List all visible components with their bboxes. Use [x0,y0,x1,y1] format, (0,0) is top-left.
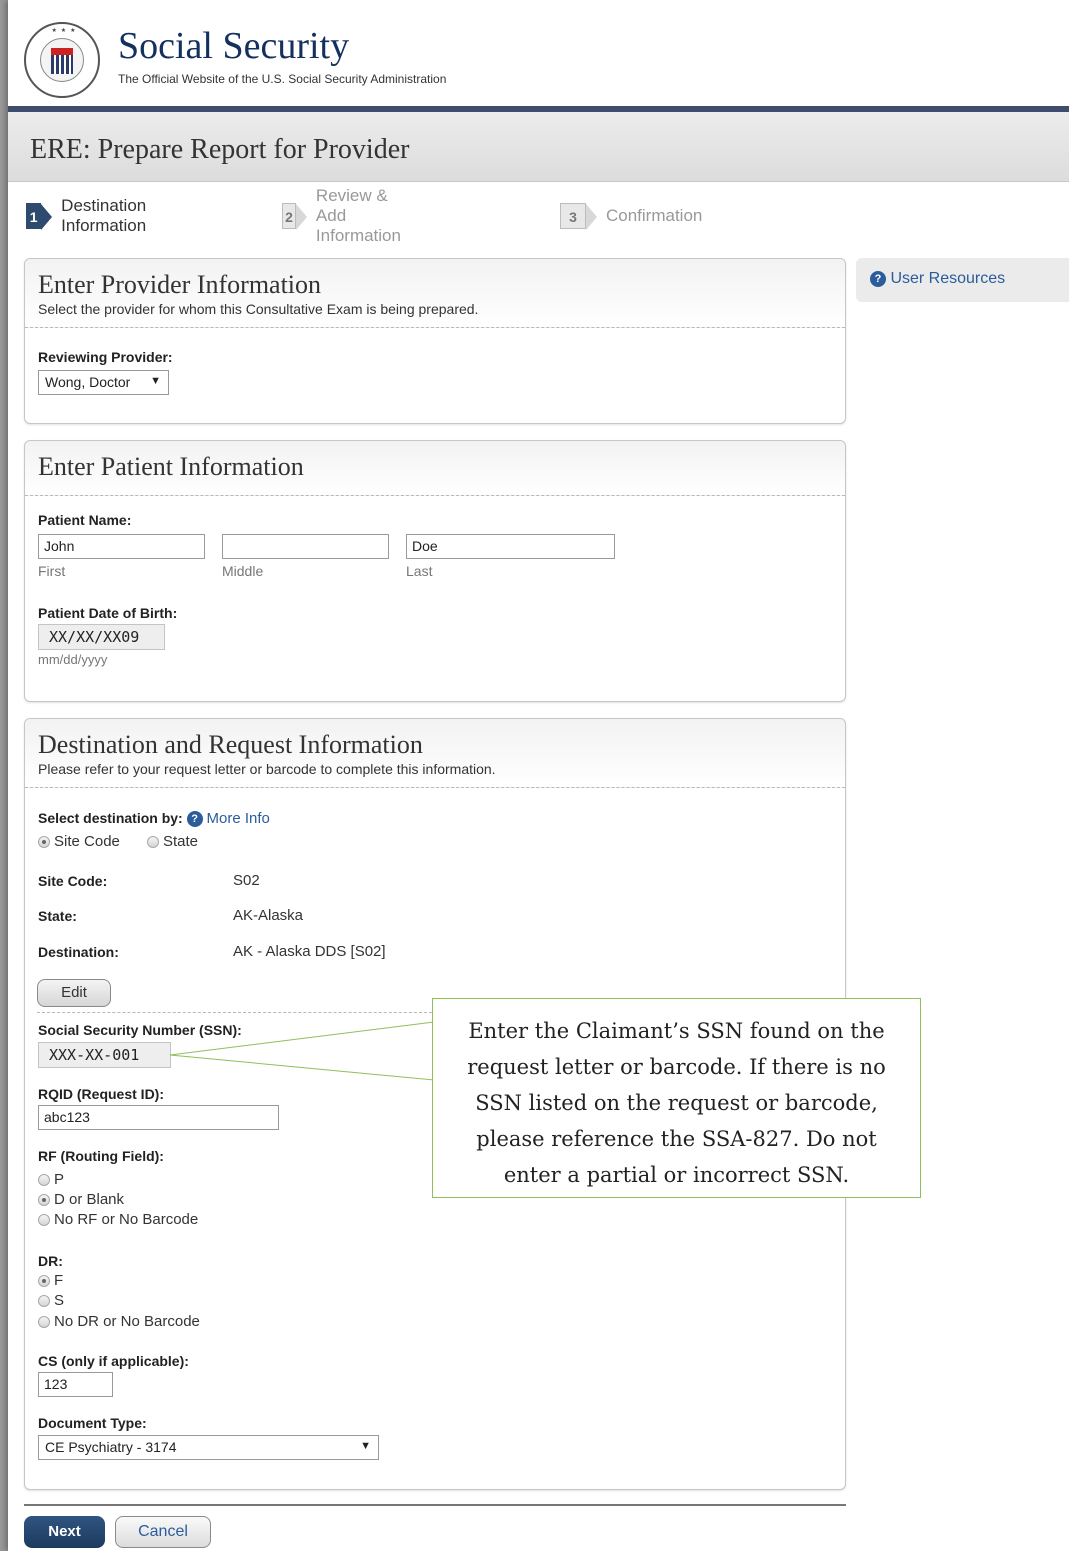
next-button[interactable]: Next [24,1516,105,1548]
step-number: 3 [560,203,597,230]
dob-format-hint: mm/dd/yyyy [38,652,108,667]
divider [37,1012,437,1013]
patient-name-label: Patient Name: [38,512,132,528]
brand-title[interactable]: Social Security [118,24,349,68]
radio-rf-none[interactable]: No RF or No Barcode [38,1211,198,1228]
chevron-down-icon: ▼ [150,375,161,387]
destination-label: Destination: [38,944,119,960]
cs-input[interactable]: 123 [38,1372,113,1397]
radio-dot [38,835,50,848]
reviewing-provider-select[interactable]: Wong, Doctor ▼ [38,370,169,395]
panel-subtitle: Please refer to your request letter or b… [38,761,496,777]
ssn-help-callout: Enter the Claimant’s SSN found on the re… [432,998,921,1198]
reviewing-provider-label: Reviewing Provider: [38,349,173,365]
patient-panel: Enter Patient Information Patient Name: … [24,440,846,702]
select-value: CE Psychiatry - 3174 [45,1439,177,1455]
user-resources-label: User Resources [890,270,1006,287]
middle-name-hint: Middle [222,563,264,579]
rf-label: RF (Routing Field): [38,1148,164,1164]
radio-dr-s[interactable]: S [38,1292,64,1309]
dob-label: Patient Date of Birth: [38,605,178,621]
radio-site-code[interactable]: Site Code [38,833,120,850]
ssn-field[interactable]: XXX-XX-001 [38,1042,171,1068]
site-header: ★ ★ ★ Social Security The Official Websi… [8,0,1069,106]
step-label: Review & Add Information [315,186,401,245]
radio-dr-none[interactable]: No DR or No Barcode [38,1313,200,1330]
last-name-input[interactable]: Doe [406,534,615,559]
title-bar: ERE: Prepare Report for Provider [8,112,1069,182]
edit-button[interactable]: Edit [37,979,111,1007]
panel-title: Enter Patient Information [38,452,304,481]
callout-pointer [169,1021,435,1081]
first-name-input[interactable]: John [38,534,205,559]
step-confirmation: 3 Confirmation [560,200,702,232]
more-info-link[interactable]: More Info [206,810,269,827]
site-code-value: S02 [233,872,260,889]
radio-dot [38,1315,50,1328]
panel-title: Destination and Request Information [38,730,423,759]
select-value: Wong, Doctor [45,374,131,390]
last-name-hint: Last [406,563,433,579]
select-destination-label: Select destination by: ? More Info [38,810,270,828]
help-icon: ? [870,270,886,287]
provider-panel: Enter Provider Information Select the pr… [24,258,846,424]
step-label: Destination Information [61,196,147,235]
radio-dot [38,1173,50,1186]
cancel-button[interactable]: Cancel [115,1516,211,1548]
step-label: Confirmation [606,206,703,225]
ssa-seal-icon[interactable]: ★ ★ ★ [24,22,100,98]
step-destination-information: 1 Destination Information [26,196,157,235]
panel-title: Enter Provider Information [38,270,322,299]
radio-dot [38,1294,50,1307]
page: ★ ★ ★ Social Security The Official Websi… [8,0,1069,1551]
document-type-label: Document Type: [38,1415,147,1431]
radio-dr-f[interactable]: F [38,1272,63,1289]
step-number: 1 [26,203,53,230]
rqid-label: RQID (Request ID): [38,1086,164,1102]
document-type-select[interactable]: CE Psychiatry - 3174 ▼ [38,1435,379,1460]
radio-dot [147,835,159,848]
chevron-down-icon: ▼ [360,1440,371,1452]
rqid-input[interactable]: abc123 [38,1105,279,1130]
radio-dot [38,1193,50,1206]
dr-label: DR: [38,1253,63,1269]
radio-dot [38,1274,50,1287]
site-code-label: Site Code: [38,873,108,889]
radio-rf-p[interactable]: P [38,1171,64,1188]
panel-subtitle: Select the provider for whom this Consul… [38,301,479,317]
first-name-hint: First [38,563,66,579]
help-icon[interactable]: ? [186,811,203,828]
state-label: State: [38,908,77,924]
radio-dot [38,1213,50,1226]
dob-field[interactable]: XX/XX/XX09 [38,624,165,650]
cs-label: CS (only if applicable): [38,1353,189,1369]
step-number: 2 [282,203,307,230]
radio-state[interactable]: State [147,833,198,850]
page-title: ERE: Prepare Report for Provider [30,134,410,165]
user-resources-link[interactable]: ? User Resources [856,258,1069,302]
middle-name-input[interactable] [222,534,389,559]
state-value: AK-Alaska [233,907,304,924]
destination-value: AK - Alaska DDS [S02] [233,943,386,960]
radio-rf-d-or-blank[interactable]: D or Blank [38,1191,124,1208]
step-review-add-information: 2 Review & Add Information [282,186,413,245]
footer-divider [24,1504,846,1506]
brand-subtitle: The Official Website of the U.S. Social … [118,72,447,86]
